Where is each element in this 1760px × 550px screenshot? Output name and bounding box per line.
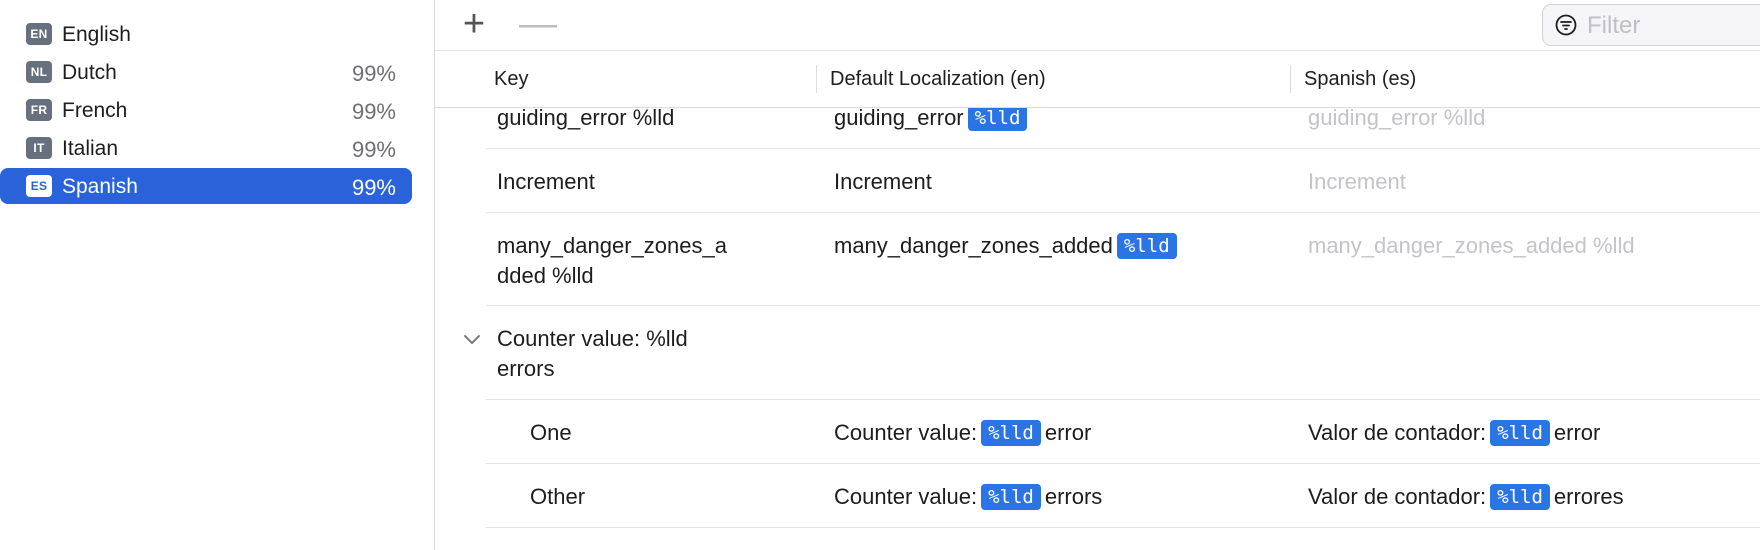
key-cell[interactable]: many_danger_zones_a dded %lld [497,231,727,291]
row-divider [486,527,1760,528]
toolbar: + — [435,0,1760,51]
add-button[interactable]: + [455,5,493,43]
sidebar-item-french[interactable]: FR French 99% [0,92,412,128]
column-header-key[interactable]: Key [494,68,528,91]
language-badge-en: EN [26,23,52,45]
row-divider [486,399,1760,400]
default-text: Counter value: [834,420,978,445]
language-badge-es: ES [26,175,52,197]
language-badge-it: IT [26,137,52,159]
plural-variant-key-other[interactable]: Other [530,482,585,512]
format-token: %lld [1490,420,1550,446]
default-localization-cell[interactable]: many_danger_zones_added %lld [834,231,1181,261]
language-sidebar: EN English NL Dutch 99% FR French 99% IT… [0,0,435,550]
default-localization-cell[interactable]: Counter value: %lld errors [834,482,1102,512]
table-header: Key Default Localization (en) Spanish (e… [435,51,1760,108]
column-header-default-localization[interactable]: Default Localization (en) [830,68,1046,91]
filter-icon [1555,14,1577,36]
translation-text: Valor de contador: [1308,484,1487,509]
string-catalog-editor: guiding_error %lld guiding_error %lld gui… [435,0,1760,550]
default-text: Counter value: [834,484,978,509]
language-name: English [62,23,131,46]
language-name: Spanish [62,175,138,198]
language-progress: 99% [351,61,396,86]
default-text: error [1044,420,1092,445]
chevron-down-icon[interactable] [463,334,481,346]
filter-field[interactable] [1542,4,1760,46]
language-badge-nl: NL [26,61,52,83]
language-name: Italian [62,137,119,160]
row-divider [486,148,1760,149]
language-progress: 99% [351,175,396,200]
default-localization-cell[interactable]: Increment [834,167,932,197]
format-token: %lld [981,484,1041,510]
default-text: many_danger_zones_added [834,233,1113,258]
column-header-spanish[interactable]: Spanish (es) [1304,68,1416,91]
filter-input[interactable] [1585,11,1760,41]
sidebar-item-spanish[interactable]: ES Spanish 99% [0,168,412,204]
translation-cell[interactable]: Valor de contador: %lld error [1308,418,1600,448]
format-token: %lld [967,105,1028,131]
translation-text: Valor de contador: [1308,420,1487,445]
default-localization-cell[interactable]: Counter value: %lld error [834,418,1091,448]
default-text: errors [1044,484,1103,509]
remove-button[interactable]: — [519,5,557,43]
language-name: French [62,99,128,122]
key-line: errors [497,356,555,381]
translation-text: error [1553,420,1601,445]
key-line: dded %lld [497,263,594,288]
row-divider [486,463,1760,464]
sidebar-item-english[interactable]: EN English [0,16,412,52]
column-divider[interactable] [1290,65,1291,93]
key-cell[interactable]: Increment [497,167,595,197]
translation-cell[interactable]: Valor de contador: %lld errores [1308,482,1624,512]
format-token: %lld [1490,484,1550,510]
plural-variant-key-one[interactable]: One [530,418,572,448]
key-line: Counter value: %lld [497,326,688,351]
row-divider [486,305,1760,306]
format-token: %lld [1116,233,1177,259]
group-key-cell[interactable]: Counter value: %lld errors [497,324,688,384]
language-name: Dutch [62,61,117,84]
language-progress: 99% [351,99,396,124]
translation-cell[interactable]: Increment [1308,167,1406,197]
default-text: guiding_error [834,105,964,130]
translation-cell[interactable]: many_danger_zones_added %lld [1308,231,1635,261]
language-badge-fr: FR [26,99,52,121]
format-token: %lld [981,420,1041,446]
language-progress: 99% [351,137,396,162]
column-divider[interactable] [816,65,817,93]
sidebar-item-italian[interactable]: IT Italian 99% [0,130,412,166]
key-line: many_danger_zones_a [497,233,727,258]
row-divider [486,212,1760,213]
translation-text: errores [1553,484,1624,509]
sidebar-item-dutch[interactable]: NL Dutch 99% [0,54,412,90]
